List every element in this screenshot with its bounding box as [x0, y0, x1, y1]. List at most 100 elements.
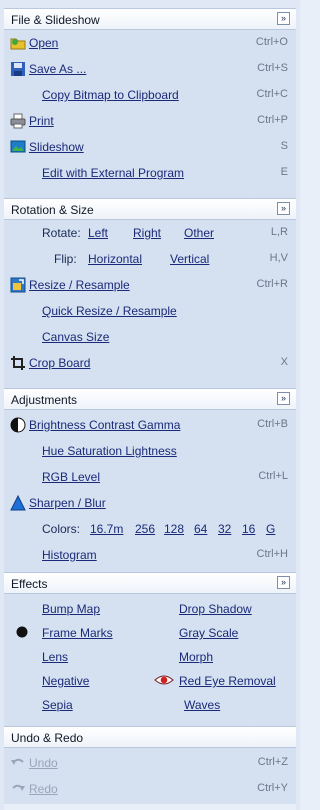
- undo-item[interactable]: Undo Ctrl+Z: [4, 752, 296, 774]
- resize-item[interactable]: Resize / Resample Ctrl+R: [4, 274, 296, 296]
- file-section-header[interactable]: File & Slideshow »: [4, 8, 296, 30]
- rgb-level-item[interactable]: RGB Level Ctrl+L: [4, 466, 296, 488]
- rotate-right-link[interactable]: Right: [133, 226, 161, 240]
- brightness-contrast-gamma-label[interactable]: Brightness Contrast Gamma: [29, 418, 180, 432]
- print-shortcut: Ctrl+P: [257, 114, 288, 126]
- slideshow-icon: [10, 140, 26, 153]
- hue-saturation-lightness-label[interactable]: Hue Saturation Lightness: [42, 444, 177, 458]
- resize-label[interactable]: Resize / Resample: [29, 278, 130, 292]
- effects-section-header[interactable]: Effects »: [4, 572, 296, 594]
- waves-link[interactable]: Waves: [184, 698, 220, 712]
- rotate-row: Rotate: Left Right Other L,R: [4, 222, 296, 244]
- print-label[interactable]: Print: [29, 114, 54, 128]
- copy-bitmap-label[interactable]: Copy Bitmap to Clipboard: [42, 88, 179, 102]
- save-as-label[interactable]: Save As ...: [29, 62, 86, 76]
- histogram-shortcut: Ctrl+H: [256, 548, 288, 560]
- effects-row-3: Lens Morph: [4, 646, 296, 668]
- undo-label[interactable]: Undo: [29, 756, 58, 770]
- redo-label[interactable]: Redo: [29, 782, 58, 796]
- flip-shortcut: H,V: [269, 252, 288, 264]
- gray-scale-link[interactable]: Gray Scale: [179, 626, 238, 640]
- rgb-level-label[interactable]: RGB Level: [42, 470, 100, 484]
- undo-shortcut: Ctrl+Z: [257, 756, 288, 768]
- edit-external-label[interactable]: Edit with External Program: [42, 166, 184, 180]
- slideshow-item[interactable]: Slideshow S: [4, 136, 296, 158]
- file-collapse-button[interactable]: »: [277, 12, 290, 25]
- red-eye-icon: [154, 675, 174, 685]
- adjustments-section-body: Brightness Contrast Gamma Ctrl+B Hue Sat…: [4, 410, 296, 572]
- colors-128-link[interactable]: 128: [164, 522, 184, 536]
- rotation-section-body: Rotate: Left Right Other L,R Flip: Horiz…: [4, 220, 296, 388]
- colors-row: Colors: 16.7m 256 128 64 32 16 G: [4, 518, 296, 540]
- open-item[interactable]: Open Ctrl+O: [4, 32, 296, 54]
- adjustments-section-header[interactable]: Adjustments »: [4, 388, 296, 410]
- resize-icon: [10, 277, 26, 293]
- colors-16-7m-link[interactable]: 16.7m: [90, 522, 123, 536]
- print-item[interactable]: Print Ctrl+P: [4, 110, 296, 132]
- effects-section-title: Effects: [11, 577, 48, 591]
- slideshow-label[interactable]: Slideshow: [29, 140, 84, 154]
- resize-shortcut: Ctrl+R: [256, 278, 288, 290]
- rotation-section-title: Rotation & Size: [11, 203, 94, 217]
- sharpen-blur-item[interactable]: Sharpen / Blur: [4, 492, 296, 514]
- rotate-left-link[interactable]: Left: [88, 226, 108, 240]
- crop-board-item[interactable]: Crop Board X: [4, 352, 296, 374]
- save-as-shortcut: Ctrl+S: [257, 62, 288, 74]
- brightness-shortcut: Ctrl+B: [257, 418, 288, 430]
- negative-link[interactable]: Negative: [42, 674, 89, 688]
- effects-row-4: Negative Red Eye Removal: [4, 670, 296, 692]
- adjustments-collapse-button[interactable]: »: [277, 392, 290, 405]
- quick-resize-label[interactable]: Quick Resize / Resample: [42, 304, 177, 318]
- effects-row-2: Frame Marks Gray Scale: [4, 622, 296, 644]
- sharpen-blur-label[interactable]: Sharpen / Blur: [29, 496, 106, 510]
- frame-marks-dot-icon: [16, 626, 28, 638]
- frame-marks-link[interactable]: Frame Marks: [42, 626, 113, 640]
- effects-collapse-button[interactable]: »: [277, 576, 290, 589]
- copy-bitmap-shortcut: Ctrl+C: [256, 88, 288, 100]
- copy-bitmap-item[interactable]: Copy Bitmap to Clipboard Ctrl+C: [4, 84, 296, 106]
- colors-256-link[interactable]: 256: [135, 522, 155, 536]
- save-as-item[interactable]: Save As ... Ctrl+S: [4, 58, 296, 80]
- colors-32-link[interactable]: 32: [218, 522, 231, 536]
- flip-horizontal-link[interactable]: Horizontal: [88, 252, 142, 266]
- undo-section-header[interactable]: Undo & Redo: [4, 726, 296, 748]
- hue-saturation-lightness-item[interactable]: Hue Saturation Lightness: [4, 440, 296, 462]
- bump-map-link[interactable]: Bump Map: [42, 602, 100, 616]
- edit-external-shortcut: E: [280, 166, 288, 178]
- redo-shortcut: Ctrl+Y: [257, 782, 288, 794]
- colors-16-link[interactable]: 16: [242, 522, 255, 536]
- crop-board-label[interactable]: Crop Board: [29, 356, 90, 370]
- rotate-other-link[interactable]: Other: [184, 226, 214, 240]
- canvas-size-item[interactable]: Canvas Size: [4, 326, 296, 348]
- morph-link[interactable]: Morph: [179, 650, 213, 664]
- brightness-contrast-gamma-item[interactable]: Brightness Contrast Gamma Ctrl+B: [4, 414, 296, 436]
- rotate-shortcut: L,R: [270, 226, 288, 238]
- red-eye-removal-link[interactable]: Red Eye Removal: [179, 674, 276, 688]
- open-label[interactable]: Open: [29, 36, 58, 50]
- sharpen-triangle-icon: [10, 495, 26, 511]
- lens-link[interactable]: Lens: [42, 650, 68, 664]
- undo-icon: [11, 758, 24, 765]
- redo-item[interactable]: Redo Ctrl+Y: [4, 778, 296, 800]
- flip-vertical-link[interactable]: Vertical: [170, 252, 209, 266]
- histogram-label[interactable]: Histogram: [42, 548, 97, 562]
- effects-section-body: Bump Map Drop Shadow Frame Marks Gray Sc…: [4, 594, 296, 726]
- quick-resize-item[interactable]: Quick Resize / Resample: [4, 300, 296, 322]
- crop-icon: [11, 356, 25, 370]
- colors-64-link[interactable]: 64: [194, 522, 207, 536]
- sepia-link[interactable]: Sepia: [42, 698, 73, 712]
- flip-label: Flip:: [54, 252, 77, 266]
- open-folder-icon: [10, 38, 26, 50]
- file-section-title: File & Slideshow: [11, 13, 100, 27]
- colors-grayscale-link[interactable]: G: [266, 522, 275, 536]
- slideshow-shortcut: S: [280, 140, 288, 152]
- canvas-size-label[interactable]: Canvas Size: [42, 330, 109, 344]
- rotation-collapse-button[interactable]: »: [277, 202, 290, 215]
- rotation-section-header[interactable]: Rotation & Size »: [4, 198, 296, 220]
- open-shortcut: Ctrl+O: [255, 36, 288, 48]
- crop-board-shortcut: X: [280, 356, 288, 368]
- histogram-item[interactable]: Histogram Ctrl+H: [4, 544, 296, 566]
- edit-external-item[interactable]: Edit with External Program E: [4, 162, 296, 184]
- drop-shadow-link[interactable]: Drop Shadow: [179, 602, 252, 616]
- redo-icon: [12, 784, 25, 791]
